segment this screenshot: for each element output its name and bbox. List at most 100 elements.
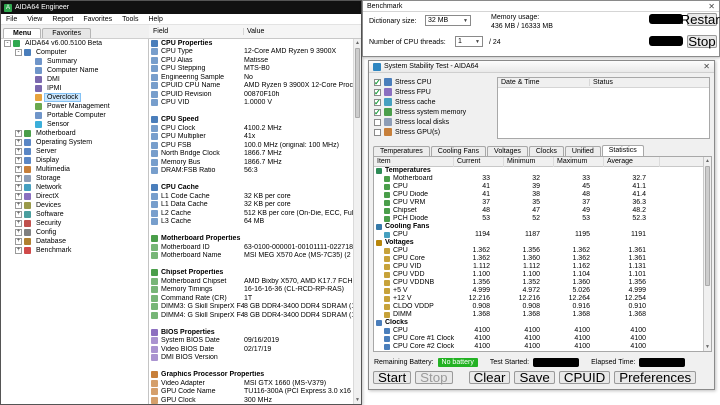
column-header-value[interactable]: Value — [244, 28, 361, 35]
menu-report[interactable]: Report — [47, 16, 78, 23]
field-row-system-bios-date[interactable]: System BIOS Date09/16/2019 — [149, 337, 355, 346]
field-row-command-rate-cr[interactable]: Command Rate (CR)1T — [149, 294, 355, 303]
expand-icon[interactable]: + — [15, 184, 22, 191]
stat-row-cpu-core-2-clock[interactable]: CPU Core #2 Clock4100410041004100 — [374, 343, 711, 351]
field-row-cpuid-cpu-name[interactable]: CPUID CPU NameAMD Ryzen 9 3900X 12-Core … — [149, 82, 355, 91]
stat-row-dimm[interactable]: DIMM1.3681.3681.3681.368 — [374, 311, 711, 319]
tree-item-portable-computer[interactable]: Portable Computer — [1, 111, 148, 120]
tree-item-software[interactable]: +Software — [1, 210, 148, 219]
stat-row-cpu[interactable]: CPU41394541.1 — [374, 183, 711, 191]
stat-row-cpu-vid[interactable]: CPU VID1.1121.1121.1621.131 — [374, 263, 711, 271]
tree-item-config[interactable]: +Config — [1, 228, 148, 237]
checkbox-checked[interactable] — [374, 89, 381, 96]
fields-header[interactable]: Field Value — [149, 25, 361, 39]
start-button[interactable]: Start — [373, 371, 411, 384]
stress-option-stress-system-memory[interactable]: Stress system memory — [374, 107, 494, 117]
log-header[interactable]: Date & Time Status — [498, 78, 709, 88]
field-row-cpu-type[interactable]: CPU Type12-Core AMD Ryzen 9 3900X — [149, 48, 355, 57]
stress-option-stress-fpu[interactable]: Stress FPU — [374, 87, 494, 97]
stress-option-stress-cache[interactable]: Stress cache — [374, 97, 494, 107]
tree-item-multimedia[interactable]: +Multimedia — [1, 165, 148, 174]
expand-icon[interactable]: + — [15, 175, 22, 182]
scrollbar-thumb[interactable] — [705, 166, 710, 286]
tree-item-power-management[interactable]: Power Management — [1, 102, 148, 111]
field-row-gpu-clock[interactable]: GPU Clock300 MHz — [149, 396, 355, 404]
tree-item-motherboard[interactable]: +Motherboard — [1, 129, 148, 138]
scroll-down-icon[interactable]: ▼ — [354, 396, 361, 404]
field-row-cpu-multiplier[interactable]: CPU Multiplier41x — [149, 133, 355, 142]
restart-button[interactable]: Restart — [687, 13, 717, 26]
field-row-cpu-vid[interactable]: CPU VID1.0000 V — [149, 99, 355, 108]
tab-cooling-fans[interactable]: Cooling Fans — [431, 146, 486, 156]
tree-item-overclock[interactable]: Overclock — [1, 93, 148, 102]
stat-group-voltages[interactable]: Voltages — [374, 239, 711, 247]
tree-item-operating-system[interactable]: +Operating System — [1, 138, 148, 147]
field-row-cpu-alias[interactable]: CPU AliasMatisse — [149, 56, 355, 65]
field-row-dmi-bios-version[interactable]: DMI BIOS Version — [149, 354, 355, 363]
field-row-cpuid-revision[interactable]: CPUID Revision00870F10h — [149, 90, 355, 99]
expand-icon[interactable]: + — [15, 139, 22, 146]
stat-row-5-v[interactable]: +5 V4.9994.9725.0264.999 — [374, 287, 711, 295]
menu-file[interactable]: File — [1, 16, 22, 23]
log-column-status[interactable]: Status — [590, 79, 709, 86]
field-row-cpu-fsb[interactable]: CPU FSB100.0 MHz (original: 100 MHz) — [149, 141, 355, 150]
tree-item-directx[interactable]: +DirectX — [1, 192, 148, 201]
field-row-memory-bus[interactable]: Memory Bus1866.7 MHz — [149, 158, 355, 167]
tree-item-storage[interactable]: +Storage — [1, 174, 148, 183]
tab-favorites[interactable]: Favorites — [42, 28, 91, 38]
scrollbar-thumb[interactable] — [355, 48, 360, 118]
checkbox-checked[interactable] — [374, 99, 381, 106]
menu-help[interactable]: Help — [143, 16, 167, 23]
tree-item-computer-name[interactable]: Computer Name — [1, 66, 148, 75]
preferences-button[interactable]: Preferences — [614, 371, 696, 384]
expand-icon[interactable]: + — [15, 166, 22, 173]
scroll-up-icon[interactable]: ▲ — [354, 39, 361, 47]
field-row-l3-cache[interactable]: L3 Cache64 MB — [149, 218, 355, 227]
field-row-cpu-stepping[interactable]: CPU SteppingMTS-B0 — [149, 65, 355, 74]
checkbox-checked[interactable] — [374, 109, 381, 116]
field-row-cpu-clock[interactable]: CPU Clock4100.2 MHz — [149, 124, 355, 133]
field-row-memory-timings[interactable]: Memory Timings16-16-16-36 (CL-RCD-RP-RAS… — [149, 286, 355, 295]
stat-row-cpu[interactable]: CPU1.3621.3561.3621.361 — [374, 247, 711, 255]
checkbox-unchecked[interactable] — [374, 119, 381, 126]
stat-group-clocks[interactable]: Clocks — [374, 319, 711, 327]
stress-option-stress-gpu-s[interactable]: Stress GPU(s) — [374, 127, 494, 137]
stop-button[interactable]: Stop — [687, 35, 717, 48]
tab-temperatures[interactable]: Temperatures — [373, 146, 430, 156]
field-row-video-bios-date[interactable]: Video BIOS Date02/17/19 — [149, 345, 355, 354]
stat-row-cpu-core[interactable]: CPU Core1.3621.3601.3621.361 — [374, 255, 711, 263]
fields-scrollbar[interactable]: ▲ ▼ — [353, 39, 361, 404]
column-header-field[interactable]: Field — [149, 28, 244, 35]
field-row-motherboard-chipset[interactable]: Motherboard ChipsetAMD Bixby X570, AMD K… — [149, 277, 355, 286]
stat-row-cpu-vdd[interactable]: CPU VDD1.1001.1001.1041.101 — [374, 271, 711, 279]
save-button[interactable]: Save — [514, 371, 554, 384]
field-row-dram-fsb-ratio[interactable]: DRAM:FSB Ratio56:3 — [149, 167, 355, 176]
tree-item-ipmi[interactable]: IPMI — [1, 84, 148, 93]
tree-item-computer[interactable]: -Computer — [1, 48, 148, 57]
tab-clocks[interactable]: Clocks — [529, 146, 564, 156]
expand-icon[interactable]: + — [15, 247, 22, 254]
menu-favorites[interactable]: Favorites — [78, 16, 117, 23]
stress-option-stress-cpu[interactable]: Stress CPU — [374, 77, 494, 87]
expand-icon[interactable]: + — [15, 130, 22, 137]
expand-icon[interactable]: + — [15, 211, 22, 218]
expand-icon[interactable]: + — [15, 148, 22, 155]
field-row-engineering-sample[interactable]: Engineering SampleNo — [149, 73, 355, 82]
field-row-gpu-code-name[interactable]: GPU Code NameTU116-300A (PCI Express 3.0… — [149, 388, 355, 397]
field-row-l1-data-cache[interactable]: L1 Data Cache32 KB per core — [149, 201, 355, 210]
expand-icon[interactable]: + — [15, 157, 22, 164]
tree-item-aida64-v6-00-5100-beta[interactable]: -AIDA64 v6.00.5100 Beta — [1, 39, 148, 48]
tree-item-benchmark[interactable]: +Benchmark — [1, 246, 148, 255]
stat-row-cldo-vddp[interactable]: CLDO VDDP0.9080.9080.9160.910 — [374, 303, 711, 311]
benchmark-titlebar[interactable]: Benchmark ✕ — [363, 1, 719, 12]
stat-row-cpu[interactable]: CPU4100410041004100 — [374, 327, 711, 335]
cpu-threads-select[interactable]: 1 ▼ — [455, 36, 483, 47]
field-row-dimm3-g-skill-sniperx-f4-3400c16-8gsxw[interactable]: DIMM3: G Skill SniperX F4-3400C16-8GSXW8… — [149, 303, 355, 312]
tree-item-server[interactable]: +Server — [1, 147, 148, 156]
stat-row-cpu-diode[interactable]: CPU Diode41384841.4 — [374, 191, 711, 199]
stat-group-temperatures[interactable]: Temperatures — [374, 167, 711, 175]
stat-row-motherboard[interactable]: Motherboard33323332.7 — [374, 175, 711, 183]
tab-menu[interactable]: Menu — [3, 28, 41, 38]
stat-row-cpu[interactable]: CPU1194118711951191 — [374, 231, 711, 239]
close-icon[interactable]: ✕ — [708, 2, 715, 11]
